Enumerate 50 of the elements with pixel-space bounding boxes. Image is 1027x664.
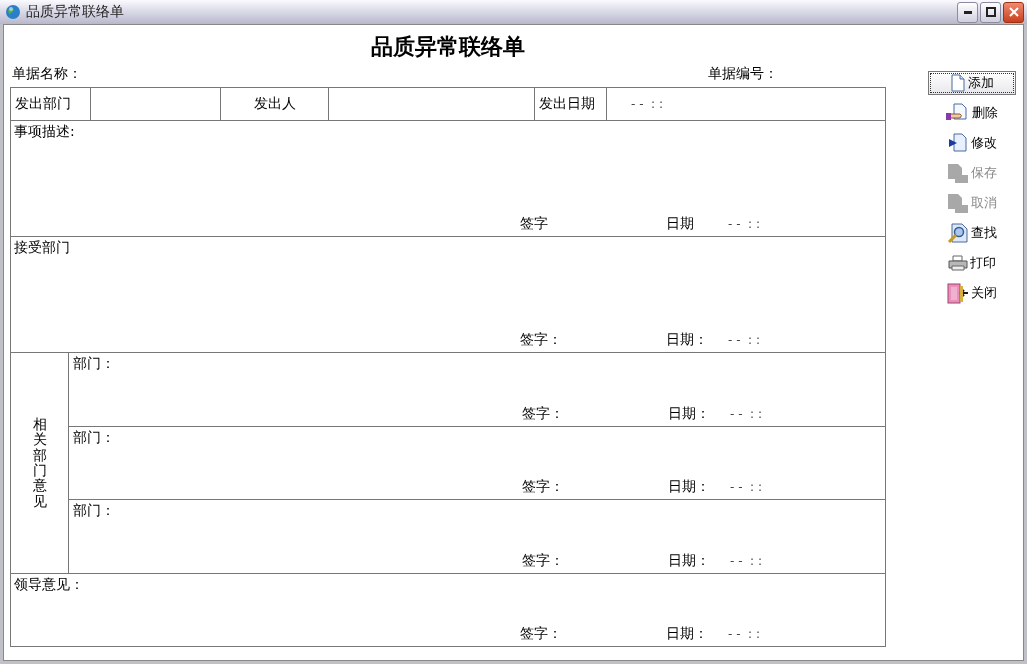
close-button[interactable]: 关闭 — [927, 281, 1016, 305]
signature-label: 签字： — [522, 478, 565, 497]
form-title: 品质异常联络单 — [370, 32, 526, 61]
add-button[interactable]: 添加 — [927, 71, 1016, 95]
date-field[interactable]: - - : : — [730, 406, 762, 421]
date-label: 日期 — [666, 215, 695, 233]
date-label: 日期： — [666, 331, 709, 349]
close-icon — [1008, 7, 1019, 17]
date-label: 日期： — [668, 404, 711, 423]
edit-button[interactable]: 修改 — [927, 131, 1016, 155]
signature-label: 签字： — [522, 552, 565, 570]
date-field[interactable]: - - : : — [728, 217, 760, 231]
group-label: 相关部门意见 — [32, 416, 47, 510]
date-label: 日期： — [668, 552, 711, 570]
section-label: 事项描述: — [14, 123, 76, 141]
bill-number-label: 单据编号： — [708, 65, 778, 83]
find-button[interactable]: 查找 — [927, 221, 1016, 245]
input-field[interactable]: - - : : — [607, 88, 885, 120]
date-field[interactable]: - - : : — [730, 554, 762, 568]
signature-label: 签字： — [520, 331, 563, 349]
signature-label: 签字： — [520, 625, 563, 643]
door-exit-icon — [946, 282, 969, 304]
bill-name-label: 单据名称： — [12, 65, 82, 83]
field-label: 发出日期 — [535, 88, 607, 120]
date-field[interactable]: - - : : — [728, 627, 760, 641]
field-label: 发出部门 — [11, 88, 91, 120]
delete-button[interactable]: 删除 — [927, 101, 1016, 125]
magnifier-document-icon — [946, 223, 969, 243]
close-button[interactable] — [1003, 1, 1024, 23]
date-field[interactable]: - - : : — [730, 480, 762, 495]
globe-icon — [5, 4, 21, 20]
department-label: 部门： — [73, 428, 116, 447]
maximize-button[interactable] — [980, 1, 1001, 23]
printer-icon — [947, 255, 968, 271]
date-label: 日期： — [666, 625, 709, 643]
department-label: 部门： — [73, 355, 116, 373]
signature-label: 签字 — [520, 215, 549, 233]
minimize-button[interactable] — [957, 1, 978, 23]
window-title: 品质异常联络单 — [26, 3, 125, 21]
maximize-icon — [985, 7, 996, 17]
print-button[interactable]: 打印 — [927, 251, 1016, 275]
department-label: 部门： — [73, 502, 116, 521]
document-arrow-icon — [946, 133, 969, 153]
signature-label: 签字： — [522, 404, 565, 423]
section-label: 接受部门 — [14, 239, 71, 257]
date-field[interactable]: - - : : — [728, 333, 760, 347]
field-label: 发出人 — [221, 88, 329, 120]
minimize-icon — [963, 10, 972, 14]
section-label: 领导意见： — [14, 576, 85, 594]
date-label: 日期： — [668, 478, 711, 497]
